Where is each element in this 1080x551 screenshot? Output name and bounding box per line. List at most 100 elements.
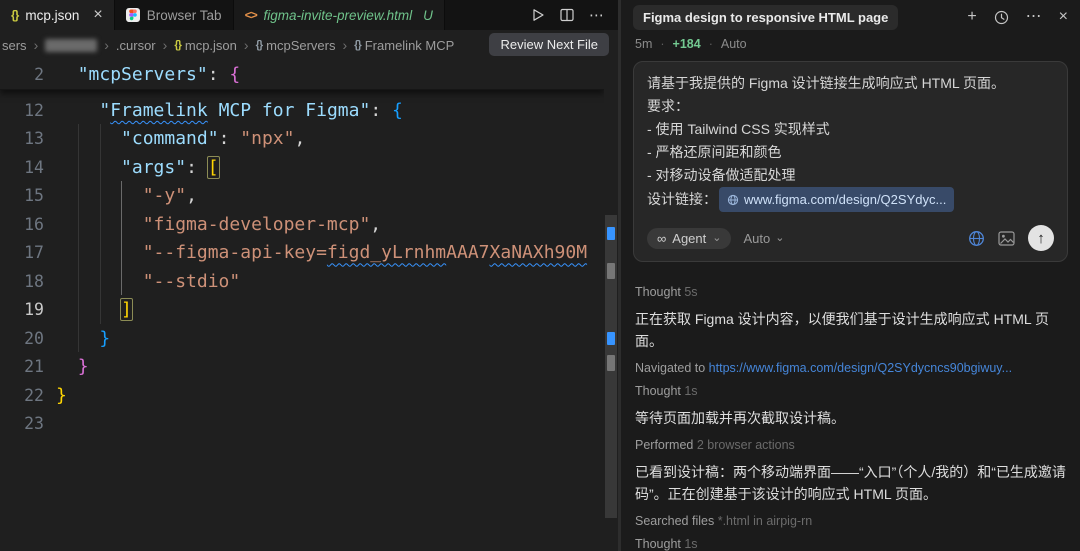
breadcrumb-separator: ›: [34, 37, 39, 53]
user-prompt-card[interactable]: 请基于我提供的 Figma 设计链接生成响应式 HTML 页面。要求：- 使用 …: [633, 61, 1068, 262]
tool-step-meta: Thought 1s: [635, 537, 1066, 551]
scrollbar-info-mark: [607, 227, 615, 240]
code-lines: 12 "Framelink MCP for Figma": {13 "comma…: [0, 60, 618, 438]
agent-mode-dropdown[interactable]: ∞ Agent ⌄: [647, 228, 731, 249]
sticky-scroll-line[interactable]: 2 "mcpServers": {: [0, 60, 604, 90]
more-options-icon[interactable]: ⋯: [1026, 9, 1042, 25]
lines-added-count: +184: [673, 37, 701, 51]
sticky-code: "mcpServers": {: [56, 64, 240, 85]
code-text: "command": "npx",: [56, 128, 305, 149]
code-line[interactable]: 20 }: [0, 324, 618, 353]
review-next-file-button[interactable]: Review Next File: [489, 33, 609, 56]
editor-scrollbar[interactable]: [604, 60, 618, 551]
tool-step-meta: Thought 1s: [635, 384, 1066, 398]
line-number: 2: [0, 65, 44, 84]
prompt-line: - 对移动设备做适配处理: [647, 164, 1054, 187]
code-text: "Framelink MCP for Figma": {: [56, 100, 403, 121]
code-text: "--stdio": [56, 271, 240, 292]
line-number: 20: [0, 329, 44, 348]
figma-icon: [126, 8, 140, 22]
assistant-message: 正在获取 Figma 设计内容，以便我们基于设计生成响应式 HTML 页面。: [635, 308, 1066, 352]
history-icon[interactable]: [994, 10, 1009, 25]
code-text: "--figma-api-key=figd_yLrnhmAAA7XaNAXh90…: [56, 242, 587, 263]
code-text: ]: [56, 299, 132, 320]
code-line[interactable]: 23: [0, 410, 618, 439]
code-line[interactable]: 15 "-y",: [0, 182, 618, 211]
tab-bar: {} mcp.json × Browser Tab <> figma-invit…: [0, 0, 618, 30]
line-number: 18: [0, 272, 44, 291]
chat-panel-header: Figma design to responsive HTML page + ⋯…: [621, 0, 1080, 34]
breadcrumb-item[interactable]: {} Framelink MCP: [354, 38, 454, 53]
code-line[interactable]: 22}: [0, 381, 618, 410]
tab-label: Browser Tab: [147, 8, 222, 23]
close-panel-icon[interactable]: ×: [1059, 9, 1068, 25]
split-editor-icon[interactable]: [560, 8, 574, 22]
figma-link-chip[interactable]: www.figma.com/design/Q2SYdyc...: [719, 187, 954, 212]
code-text: }: [56, 356, 89, 377]
editor-pane: {} mcp.json × Browser Tab <> figma-invit…: [0, 0, 618, 551]
code-text: }: [56, 385, 67, 406]
assistant-message: 等待页面加载并再次截取设计稿。: [635, 407, 1066, 429]
json-file-icon: {}: [11, 8, 18, 22]
chevron-down-icon: ⌄: [775, 235, 784, 242]
code-line[interactable]: 18 "--stdio": [0, 267, 618, 296]
tool-step-meta: Performed 2 browser actions: [635, 438, 1066, 452]
code-text: "args": [: [56, 157, 219, 178]
tool-step-meta: Searched files *.html in airpig-rn: [635, 514, 1066, 528]
scrollbar-mark: [607, 355, 615, 371]
line-number: 21: [0, 357, 44, 376]
tab-label: figma-invite-preview.html: [264, 8, 413, 23]
scrollbar-info-mark: [607, 332, 615, 345]
chevron-down-icon: ⌄: [712, 235, 721, 242]
line-number: 23: [0, 414, 44, 433]
session-duration: 5m: [635, 37, 652, 51]
prompt-text: 请基于我提供的 Figma 设计链接生成响应式 HTML 页面。要求：- 使用 …: [647, 72, 1054, 187]
app-window: {} mcp.json × Browser Tab <> figma-invit…: [0, 0, 1080, 551]
line-number: 19: [0, 300, 44, 319]
code-line[interactable]: 19 ]: [0, 296, 618, 325]
code-line[interactable]: 17 "--figma-api-key=figd_yLrnhmAAA7XaNAX…: [0, 239, 618, 268]
breadcrumb-item[interactable]: {} mcp.json: [174, 38, 237, 53]
code-line[interactable]: 12 "Framelink MCP for Figma": {: [0, 96, 618, 125]
code-line[interactable]: 13 "command": "npx",: [0, 125, 618, 154]
prompt-line: - 使用 Tailwind CSS 实现样式: [647, 118, 1054, 141]
new-chat-icon[interactable]: +: [967, 9, 976, 25]
json-braces-icon: {}: [174, 39, 181, 51]
code-line[interactable]: 21 }: [0, 353, 618, 382]
indent-guide-active: [121, 181, 122, 295]
editor-actions: ⋯: [517, 0, 618, 30]
web-search-icon[interactable]: [968, 230, 985, 247]
breadcrumb-item[interactable]: sers: [2, 38, 27, 53]
breadcrumb-redacted-user: [45, 39, 97, 52]
assistant-message: 已看到设计稿：两个移动端界面——“入口”（个人/我的）和“已生成邀请码”。正在创…: [635, 461, 1066, 505]
code-editor[interactable]: 2 "mcpServers": { 12 "Framelink MCP for …: [0, 60, 618, 551]
tab-figma-invite-preview[interactable]: <> figma-invite-preview.html U: [234, 0, 445, 30]
navigated-link[interactable]: https://www.figma.com/design/Q2SYdycncs9…: [709, 361, 1012, 375]
more-actions-icon[interactable]: ⋯: [589, 6, 604, 24]
line-number: 22: [0, 386, 44, 405]
tab-mcp-json[interactable]: {} mcp.json ×: [0, 0, 115, 30]
tool-step-meta[interactable]: Navigated to https://www.figma.com/desig…: [635, 361, 1066, 375]
close-tab-icon[interactable]: ×: [93, 7, 102, 23]
breadcrumb-separator: ›: [163, 37, 168, 53]
code-text: }: [56, 328, 110, 349]
line-number: 16: [0, 215, 44, 234]
tab-browser-tab[interactable]: Browser Tab: [115, 0, 234, 30]
line-number: 12: [0, 101, 44, 120]
attach-image-icon[interactable]: [998, 231, 1015, 246]
html-file-icon: <>: [245, 8, 257, 22]
object-braces-icon: {}: [354, 39, 361, 51]
prompt-line: - 严格还原间距和颜色: [647, 141, 1054, 164]
model-dropdown[interactable]: Auto ⌄: [743, 231, 784, 246]
tab-label: mcp.json: [25, 8, 79, 23]
prompt-line: 要求：: [647, 95, 1054, 118]
breadcrumb-item[interactable]: {} mcpServers: [256, 38, 336, 53]
code-line[interactable]: 14 "args": [: [0, 153, 618, 182]
code-line[interactable]: 16 "figma-developer-mcp",: [0, 210, 618, 239]
line-number: 14: [0, 158, 44, 177]
send-button[interactable]: ↑: [1028, 225, 1054, 251]
breadcrumb-item[interactable]: .cursor: [116, 38, 156, 53]
git-untracked-badge: U: [423, 8, 433, 23]
run-icon[interactable]: [531, 8, 545, 22]
chat-session-tab[interactable]: Figma design to responsive HTML page: [633, 5, 898, 30]
